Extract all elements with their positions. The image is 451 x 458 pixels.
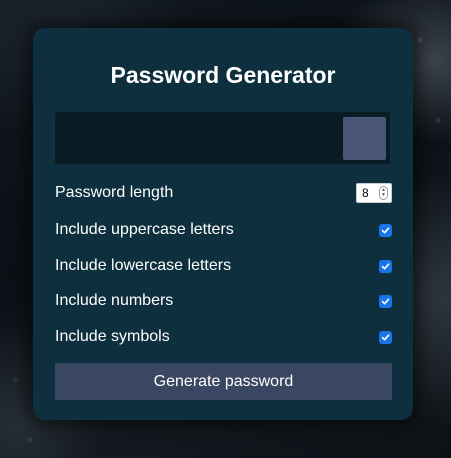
numbers-option-label: Include numbers — [55, 292, 174, 309]
numbers-option-row: Include numbers — [55, 289, 392, 313]
password-length-value: 8 — [362, 186, 369, 200]
lowercase-option-label: Include lowercase letters — [55, 257, 232, 274]
symbols-option-label: Include symbols — [55, 328, 170, 345]
uppercase-option-label: Include uppercase letters — [55, 221, 234, 238]
symbols-option-row: Include symbols — [55, 325, 392, 349]
password-length-label: Password length — [55, 184, 174, 201]
numbers-checkbox[interactable] — [379, 294, 392, 308]
generate-password-button[interactable]: Generate password — [55, 363, 392, 400]
uppercase-checkbox[interactable] — [379, 223, 392, 237]
lowercase-checkbox[interactable] — [379, 259, 392, 273]
lowercase-option-row: Include lowercase letters — [55, 254, 392, 278]
password-length-input[interactable]: 8 ▲ ▼ — [356, 183, 392, 203]
checkmark-icon — [381, 262, 390, 269]
password-length-row: Password length 8 ▲ ▼ — [55, 181, 392, 205]
symbols-checkbox[interactable] — [379, 330, 392, 344]
checkmark-icon — [381, 297, 390, 304]
copy-button[interactable] — [343, 117, 386, 160]
stepper-arrows-icon[interactable]: ▲ ▼ — [379, 186, 388, 200]
password-generator-card: Password Generator Password length 8 ▲ ▼ … — [33, 28, 413, 420]
password-result-field[interactable] — [55, 112, 390, 164]
checkmark-icon — [381, 333, 390, 340]
page-title: Password Generator — [110, 62, 336, 88]
checkmark-icon — [381, 226, 390, 233]
uppercase-option-row: Include uppercase letters — [55, 218, 392, 242]
